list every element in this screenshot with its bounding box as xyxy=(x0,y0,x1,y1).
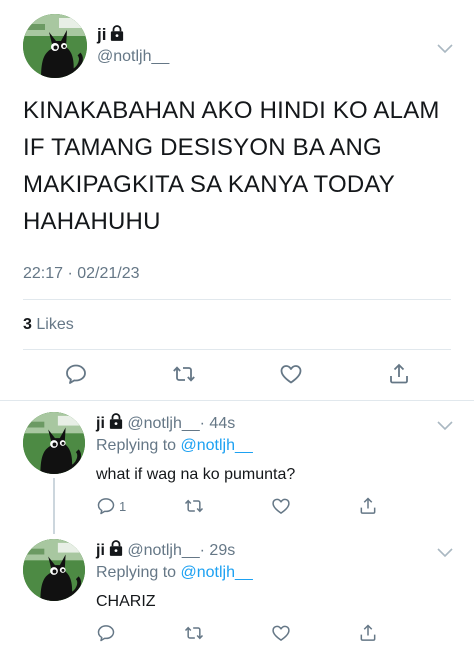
chevron-down-icon[interactable] xyxy=(437,418,453,428)
reply-count: 1 xyxy=(119,498,127,514)
reply-time: · 44s xyxy=(199,415,236,432)
likes-number: 3 xyxy=(23,316,32,333)
replying-to: Replying to @notljh__ xyxy=(96,437,253,455)
retweet-icon xyxy=(184,623,204,643)
like-button[interactable] xyxy=(271,496,291,516)
reply-header[interactable]: ji @notljh__· 29s xyxy=(96,540,235,561)
lock-icon xyxy=(110,25,124,46)
chevron-down-icon[interactable] xyxy=(437,41,453,51)
replying-prefix: Replying to xyxy=(96,564,177,581)
reply-icon xyxy=(64,362,88,386)
section-divider xyxy=(0,400,474,401)
replying-to: Replying to @notljh__ xyxy=(96,564,253,582)
reply-author-handle[interactable]: @notljh__ xyxy=(127,542,199,559)
reply-text: what if wag na ko pumunta? xyxy=(96,466,296,483)
reply-author-name[interactable]: ji xyxy=(96,415,105,432)
tweet-text-line: IF TAMANG DESISYON BA ANG xyxy=(23,134,382,161)
retweet-button[interactable] xyxy=(172,362,196,386)
reply-time: · 29s xyxy=(199,542,236,559)
reply-button[interactable] xyxy=(64,362,88,386)
reply-icon xyxy=(96,623,116,643)
tweet-text-line: KINAKABAHAN AKO HINDI KO ALAM xyxy=(23,97,440,124)
reply-author-handle[interactable]: @notljh__ xyxy=(127,415,199,432)
heart-icon xyxy=(271,623,291,643)
share-icon xyxy=(358,496,378,516)
divider xyxy=(23,349,451,350)
share-button[interactable] xyxy=(358,496,378,516)
reply-header[interactable]: ji @notljh__· 44s xyxy=(96,413,235,434)
likes-count[interactable]: 3 Likes xyxy=(23,316,74,334)
reply-text: CHARIZ xyxy=(96,593,156,610)
reply-button[interactable]: 1 xyxy=(96,496,136,516)
like-button[interactable] xyxy=(271,623,291,643)
share-button[interactable] xyxy=(387,362,411,386)
replying-prefix: Replying to xyxy=(96,437,177,454)
retweet-button[interactable] xyxy=(184,623,204,643)
reply-button[interactable] xyxy=(96,623,116,643)
share-icon xyxy=(387,362,411,386)
share-icon xyxy=(358,623,378,643)
replying-mention-link[interactable]: @notljh__ xyxy=(181,564,253,581)
lock-icon xyxy=(109,413,123,434)
tweet-text: KINAKABAHAN AKO HINDI KO ALAM IF TAMANG … xyxy=(23,92,463,240)
main-author-name-row[interactable]: ji xyxy=(97,25,124,46)
replying-mention-link[interactable]: @notljh__ xyxy=(181,437,253,454)
heart-icon xyxy=(279,362,303,386)
reply-avatar[interactable] xyxy=(23,412,85,474)
heart-icon xyxy=(271,496,291,516)
divider xyxy=(23,299,451,300)
tweet-timestamp: 22:17 · 02/21/23 xyxy=(23,265,140,282)
retweet-button[interactable] xyxy=(184,496,204,516)
tweet-text-line: MAKIPAGKITA SA KANYA TODAY xyxy=(23,171,395,198)
reply-icon xyxy=(96,496,116,516)
author-name[interactable]: ji xyxy=(97,25,106,44)
lock-icon xyxy=(109,540,123,561)
thread-line xyxy=(53,478,55,534)
retweet-icon xyxy=(184,496,204,516)
reply-avatar[interactable] xyxy=(23,539,85,601)
share-button[interactable] xyxy=(358,623,378,643)
like-button[interactable] xyxy=(279,362,303,386)
main-avatar[interactable] xyxy=(23,14,87,78)
chevron-down-icon[interactable] xyxy=(437,545,453,555)
reply-author-name[interactable]: ji xyxy=(96,542,105,559)
author-handle[interactable]: @notljh__ xyxy=(97,48,169,66)
tweet-text-line: HAHAHUHU xyxy=(23,208,161,235)
retweet-icon xyxy=(172,362,196,386)
likes-label: Likes xyxy=(36,316,74,333)
